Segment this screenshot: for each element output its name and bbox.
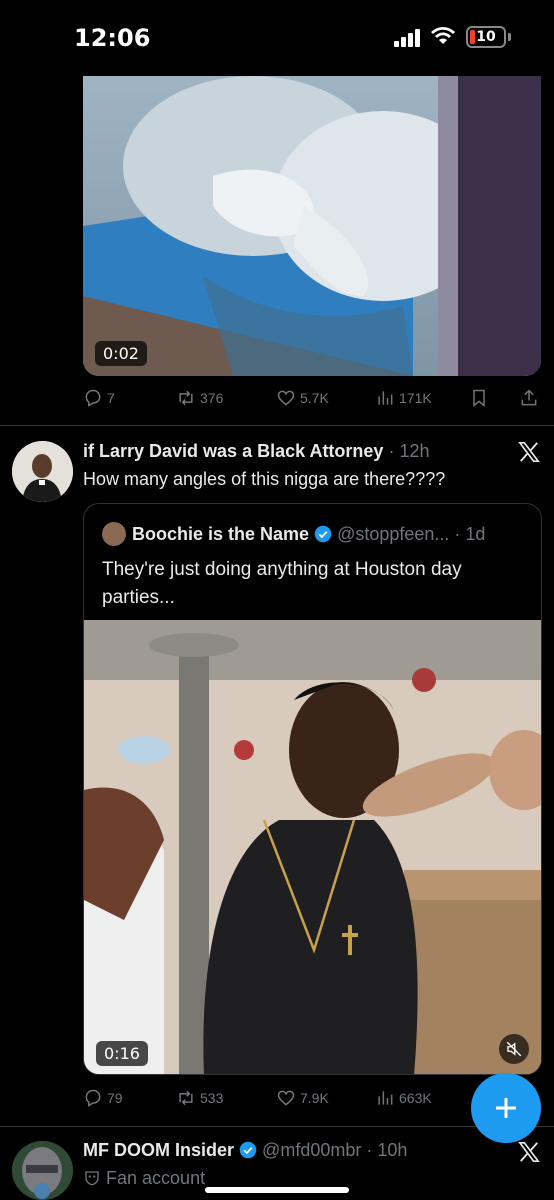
status-bar: 12:06 10 <box>0 0 554 76</box>
quote-avatar <box>102 522 126 546</box>
like-button[interactable]: 5.7K <box>276 386 329 410</box>
views-icon <box>378 1091 393 1105</box>
tweet-text: How many angles of this nigga are there?… <box>83 469 446 489</box>
repost-button[interactable]: 376 <box>176 386 223 410</box>
x-logo-icon[interactable] <box>518 1141 540 1163</box>
avatar-image <box>12 441 73 502</box>
like-count: 5.7K <box>300 390 329 406</box>
tweet3-header: MF DOOM Insider @mfd00mbr · 10h <box>83 1140 407 1161</box>
views-button[interactable]: 663K <box>375 1086 432 1110</box>
reply-button[interactable]: 7 <box>83 386 115 410</box>
quote-tweet[interactable]: Boochie is the Name @stoppfeen... · 1d T… <box>83 503 542 1075</box>
share-icon <box>521 389 537 406</box>
tweet1-actions: 7 376 5.7K 171K <box>83 386 543 410</box>
views-count: 171K <box>399 390 432 406</box>
bookmark-button[interactable] <box>469 386 489 410</box>
battery-icon: 10 <box>466 26 506 48</box>
like-button[interactable]: 7.9K <box>276 1086 329 1110</box>
wifi-icon <box>431 27 455 44</box>
views-button[interactable]: 171K <box>375 386 432 410</box>
video-duration: 0:02 <box>95 341 147 366</box>
verified-icon <box>239 1141 257 1159</box>
compose-button[interactable] <box>471 1073 541 1143</box>
tweet1-video[interactable]: 0:02 <box>83 76 541 376</box>
quote-handle-time: @stoppfeen... · 1d <box>337 524 486 544</box>
party-video-frame <box>84 620 541 1074</box>
quote-author-name: Boochie is the Name <box>132 524 310 544</box>
avatar[interactable] <box>12 1141 73 1200</box>
views-icon <box>378 391 393 405</box>
video-duration: 0:16 <box>96 1041 148 1066</box>
quote-header: Boochie is the Name @stoppfeen... · 1d <box>132 524 485 545</box>
like-icon <box>277 1090 295 1106</box>
avatar-image <box>12 1141 73 1200</box>
like-count: 7.9K <box>300 1090 329 1106</box>
repost-icon <box>179 390 193 406</box>
author-name[interactable]: MF DOOM Insider <box>83 1140 234 1160</box>
verified-icon <box>314 525 332 543</box>
repost-button[interactable]: 533 <box>176 1086 223 1110</box>
views-count: 663K <box>399 1090 432 1106</box>
signal-icon <box>394 29 420 47</box>
share-button[interactable] <box>519 386 539 410</box>
quote-video[interactable]: 0:16 <box>84 620 541 1074</box>
tweet-divider <box>0 1126 554 1127</box>
quote-text: They're just doing anything at Houston d… <box>102 559 462 608</box>
reply-count: 7 <box>107 390 115 406</box>
author-name[interactable]: if Larry David was a Black Attorney <box>83 441 383 461</box>
repost-icon <box>179 1090 193 1106</box>
home-indicator[interactable] <box>205 1187 349 1193</box>
beluga-video-frame <box>83 76 541 376</box>
battery-level-text: 10 <box>476 29 496 45</box>
tweet-divider <box>0 425 554 426</box>
fan-account-icon <box>85 1171 99 1186</box>
fan-account-label: Fan account <box>83 1168 205 1189</box>
avatar[interactable] <box>12 441 73 502</box>
tweet2-header: if Larry David was a Black Attorney · 12… <box>83 441 430 462</box>
reply-count: 79 <box>107 1090 123 1106</box>
reply-icon <box>85 389 101 407</box>
handle-time: @mfd00mbr · 10h <box>262 1140 408 1160</box>
status-time: 12:06 <box>74 24 151 52</box>
like-icon <box>277 390 295 406</box>
mute-icon <box>506 1041 522 1057</box>
x-logo-icon[interactable] <box>518 441 540 463</box>
reply-button[interactable]: 79 <box>83 1086 123 1110</box>
plus-icon <box>496 1098 516 1118</box>
tweet-time: · 12h <box>388 441 430 461</box>
repost-count: 533 <box>200 1090 224 1106</box>
repost-count: 376 <box>200 390 224 406</box>
mute-button[interactable] <box>499 1034 529 1064</box>
reply-icon <box>85 1089 101 1107</box>
bookmark-icon <box>473 389 485 408</box>
